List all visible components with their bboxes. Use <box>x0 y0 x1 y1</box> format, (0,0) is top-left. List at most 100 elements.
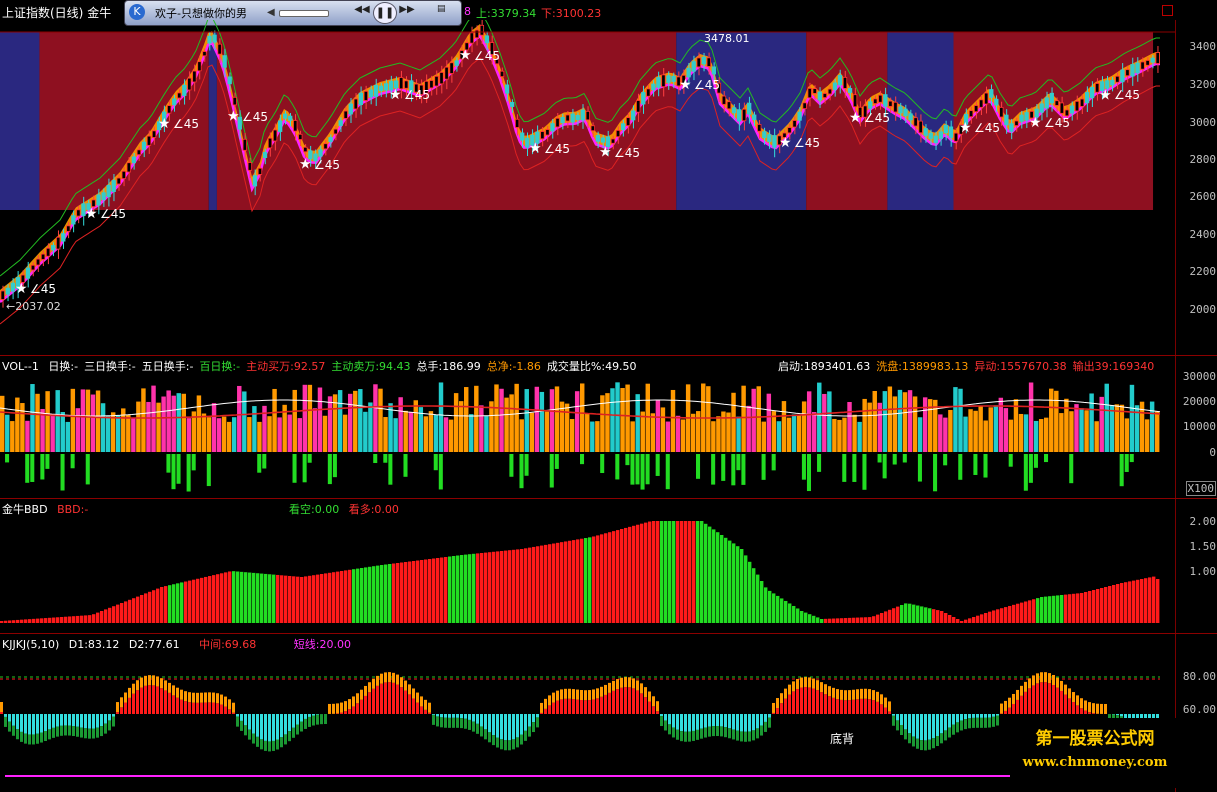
angle-label: ∠45 <box>864 110 891 125</box>
bbd-bar <box>200 577 204 623</box>
kjkj-tick: 60.00 <box>1182 703 1216 716</box>
kjkj-bottom <box>756 728 759 739</box>
low-label: ←2037.02 <box>6 300 61 313</box>
candle-body <box>837 75 843 86</box>
kjkj-bar <box>780 703 783 714</box>
volume-bar <box>181 393 187 452</box>
star-icon: ★ <box>1099 87 1112 103</box>
kjkj-top <box>396 674 399 685</box>
kjkj-top <box>188 692 191 703</box>
candle-body <box>323 143 328 150</box>
kjkj-bottom <box>80 727 83 738</box>
volume-bar <box>610 388 615 452</box>
volume-bar <box>474 385 479 452</box>
divergence-label: 底背 <box>830 732 855 746</box>
bbd-signal-header: 看空:0.00 看多:0.00 <box>289 501 405 517</box>
kjkj-bar <box>368 692 371 714</box>
volume-bar <box>993 405 999 452</box>
kjkj-bar <box>264 714 267 741</box>
menu-icon[interactable]: ▤ <box>437 4 451 18</box>
bbd-bar <box>1124 582 1128 623</box>
volume-slider[interactable] <box>279 10 329 17</box>
bbd-bar <box>340 571 344 623</box>
kjkj-bottom <box>56 726 59 737</box>
bbd-bar <box>520 549 524 623</box>
prev-button[interactable]: ◀◀ <box>353 4 371 20</box>
main-price-panel[interactable]: ★ ★ ★ ★ ★ ★ ★ ★ ★ ★ ★ ★ ★ ★ ★ 3478.01 ←2037.02 ∠45 ∠45 ∠… <box>0 20 1175 355</box>
candle-body <box>560 117 565 124</box>
bbd-bar <box>460 555 464 623</box>
volume-bar <box>408 412 413 452</box>
kjkj-bar <box>740 714 743 732</box>
volume-panel[interactable]: VOL--1 日换:- 三日换手:- 五日换手:- 百日换:- 主动买万:92.57 主动… <box>0 356 1175 498</box>
candle-body <box>25 267 31 279</box>
kjkj-bottom <box>764 721 767 732</box>
bbd-bar <box>568 540 572 623</box>
kjkj-bar <box>32 714 35 735</box>
candle-body <box>878 94 883 103</box>
bbd-bar <box>740 549 744 623</box>
kjkj-bottom <box>248 729 251 740</box>
volume-icon[interactable]: ◀ <box>267 7 275 18</box>
kjkj-bottom <box>524 730 527 741</box>
kjkj-top <box>400 677 403 688</box>
bbd-bar <box>572 540 576 623</box>
kjkj-bar <box>1120 714 1123 717</box>
kjkj-top <box>1100 703 1103 714</box>
bbd-bar <box>556 542 560 623</box>
bbd-bar <box>136 596 140 623</box>
volume-bar <box>196 395 202 452</box>
bbd-bar <box>868 617 872 623</box>
kjkj-bottom <box>528 726 531 737</box>
kjkj-bar <box>0 712 3 714</box>
kjkj-top <box>1036 673 1039 684</box>
kjkj-bar <box>52 714 55 728</box>
next-button[interactable]: ▶▶ <box>398 4 416 20</box>
bbd-bar <box>808 614 812 623</box>
kjkj-bar <box>604 694 607 714</box>
volume-bar <box>237 385 242 452</box>
kjkj-top <box>876 691 879 702</box>
bbd-tick: 2.00 <box>1189 515 1217 528</box>
kjkj-bar <box>920 714 923 741</box>
window-restore-icon[interactable] <box>1162 5 1173 16</box>
kjkj-bar <box>64 714 67 726</box>
kjkj-top <box>388 672 391 683</box>
volume-flow-stat: 启动:1893401.63 <box>778 360 871 373</box>
candle-body <box>772 135 777 148</box>
candle-body <box>984 92 989 105</box>
net-flow-bar <box>892 454 897 465</box>
kjkj-bar <box>236 714 239 717</box>
kjkj-top <box>216 693 219 704</box>
kjkj-top <box>220 694 223 705</box>
bbd-bar <box>284 575 288 623</box>
volume-bar <box>423 416 429 452</box>
kjkj-bar <box>904 714 907 730</box>
kjkj-bar <box>364 695 367 714</box>
bbd-bar <box>416 560 420 623</box>
angle-label: ∠45 <box>30 281 57 296</box>
bbd-panel[interactable]: 金牛BBD BBD:- 看空:0.00 看多:0.00 <box>0 499 1175 633</box>
kjkj-bar <box>768 714 771 718</box>
candle-body <box>706 57 711 67</box>
net-flow-bar <box>1069 454 1074 484</box>
kjkj-bar <box>620 687 623 714</box>
volume-bar <box>186 418 192 452</box>
player-logo-icon[interactable]: K <box>129 4 145 20</box>
candle-body <box>126 162 131 173</box>
bbd-bar <box>500 551 504 623</box>
kjkj-bar <box>1040 682 1043 714</box>
volume-bar <box>554 386 560 452</box>
kjkj-panel[interactable]: KJJKJ(5,10) D1:83.12 D2:77.61 中间:69.68 短… <box>0 634 1175 792</box>
kjkj-bar <box>628 687 631 714</box>
kjkj-bar <box>640 693 643 714</box>
volume-bar <box>443 417 449 452</box>
kjkj-bar <box>176 697 179 714</box>
kjkj-bottom <box>980 717 983 728</box>
kjkj-top <box>176 687 179 698</box>
volume-bar <box>776 421 782 452</box>
kjkj-bar <box>916 714 919 739</box>
kjkj-bar <box>536 714 539 718</box>
kjkj-bottom <box>508 740 511 751</box>
volume-bar <box>383 417 388 452</box>
